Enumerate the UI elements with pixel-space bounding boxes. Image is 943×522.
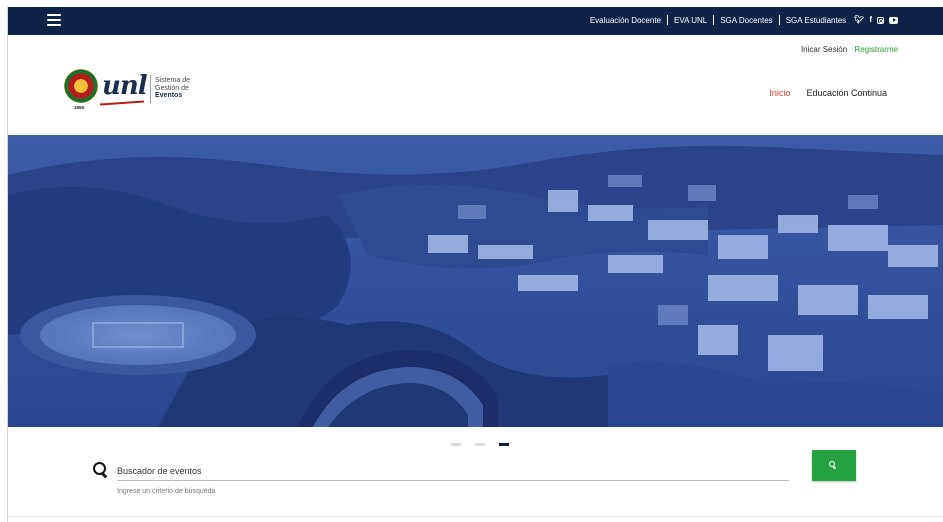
logo-line-1: Sistema de bbox=[155, 77, 191, 84]
register-link[interactable]: Registrarme bbox=[854, 45, 898, 54]
link-eva-unl[interactable]: EVA UNL bbox=[674, 16, 707, 25]
hero-banner bbox=[8, 135, 943, 427]
link-sga-docentes[interactable]: SGA Docentes bbox=[720, 16, 772, 25]
nav-inicio[interactable]: Inicio bbox=[769, 88, 790, 98]
section-divider bbox=[8, 516, 943, 517]
logo-divider bbox=[150, 75, 151, 103]
link-separator bbox=[778, 15, 780, 25]
link-separator bbox=[667, 15, 668, 25]
link-evaluacion-docente[interactable]: Evaluación Docente bbox=[590, 16, 661, 25]
instagram-icon[interactable] bbox=[877, 16, 884, 24]
auth-links: Inicar Sesión Registrarme bbox=[801, 45, 898, 54]
hero-image bbox=[8, 135, 943, 427]
carousel-dot-2[interactable] bbox=[475, 443, 485, 446]
social-links: 🐦︎ f bbox=[854, 15, 898, 25]
logo-wordmark: unl bbox=[102, 71, 148, 101]
main-nav: Inicio Educación Continua bbox=[753, 88, 887, 98]
top-links: Evaluación Docente EVA UNL SGA Docentes … bbox=[590, 15, 898, 25]
page: Evaluación Docente EVA UNL SGA Docentes … bbox=[8, 7, 943, 522]
seal-year: 1859 bbox=[74, 105, 85, 110]
logo-subtitle: Sistema de Gestión de Eventos bbox=[155, 77, 190, 100]
logo-underline bbox=[99, 100, 145, 106]
logo-line-3: Eventos bbox=[155, 92, 183, 99]
event-search-input[interactable] bbox=[117, 462, 789, 481]
link-separator bbox=[713, 15, 715, 25]
carousel-indicators bbox=[451, 443, 509, 446]
login-link[interactable]: Inicar Sesión bbox=[801, 45, 847, 54]
carousel-dot-1[interactable] bbox=[451, 443, 461, 446]
site-logo[interactable]: 1859 unl Sistema de Gestión de Eventos bbox=[64, 69, 214, 113]
facebook-icon[interactable]: f bbox=[869, 15, 872, 25]
menu-icon[interactable] bbox=[47, 14, 61, 27]
search-button-icon bbox=[829, 461, 837, 469]
carousel-dot-3[interactable] bbox=[499, 443, 509, 446]
link-sga-estudiantes[interactable]: SGA Estudiantes bbox=[786, 16, 846, 25]
twitter-icon[interactable]: 🐦︎ bbox=[854, 15, 864, 25]
university-seal-icon bbox=[64, 69, 98, 103]
search-button[interactable] bbox=[812, 450, 856, 481]
logo-line-2: Gestión de bbox=[155, 84, 189, 92]
search-icon bbox=[93, 462, 109, 478]
nav-educacion-continua[interactable]: Educación Continua bbox=[806, 88, 887, 98]
youtube-icon[interactable] bbox=[889, 16, 898, 24]
top-bar: Evaluación Docente EVA UNL SGA Docentes … bbox=[8, 7, 943, 35]
search-hint: Ingrese un criterio de búsqueda bbox=[117, 488, 216, 495]
